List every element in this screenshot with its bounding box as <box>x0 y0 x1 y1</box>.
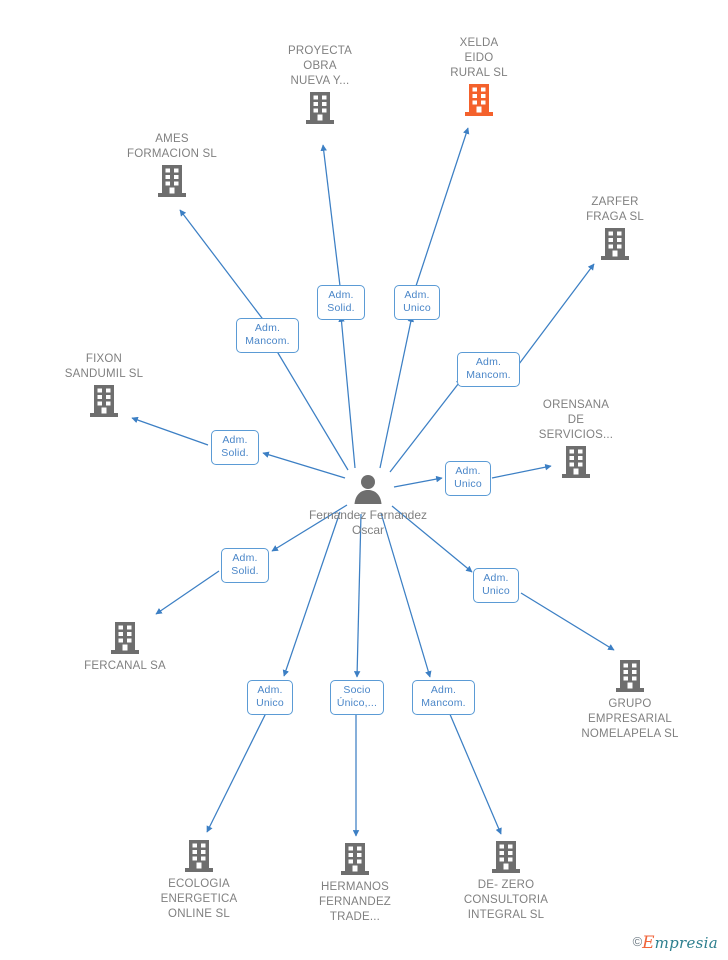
graph-node-hermanos[interactable]: HERMANOS FERNANDEZ TRADE... <box>285 842 425 925</box>
node-label: AMES FORMACION SL <box>127 133 217 160</box>
empresia-watermark: ©Empresia <box>633 933 718 953</box>
edge-label-dezero[interactable]: Adm. Mancom. <box>412 680 475 715</box>
edge-label-fixon[interactable]: Adm. Solid. <box>211 430 259 465</box>
edge-line-zarfer-2 <box>518 263 595 365</box>
brand-name: mpresia <box>654 934 718 952</box>
edge-line-hermanos <box>353 513 362 678</box>
building-icon <box>250 91 390 125</box>
node-label: FERCANAL SA <box>84 660 166 672</box>
edge-line-grupo-2 <box>520 592 615 651</box>
edge-label-proyecta[interactable]: Adm. Solid. <box>317 285 365 320</box>
graph-node-proyecta[interactable]: PROYECTA OBRA NUEVA Y... <box>250 44 390 125</box>
building-icon <box>436 840 576 874</box>
center-person-label: Fernandez Fernandez Oscar <box>308 508 428 537</box>
building-icon <box>285 842 425 876</box>
node-label: DE- ZERO CONSULTORIA INTEGRAL SL <box>463 879 549 921</box>
relationship-graph: PROYECTA OBRA NUEVA Y... XELDA EIDO RURA… <box>0 0 728 960</box>
building-icon <box>506 445 646 479</box>
edge-label-hermanos[interactable]: Socio Único,... <box>330 680 384 715</box>
node-label: GRUPO EMPRESARIAL NOMELAPELA SL <box>581 698 679 740</box>
node-label: ORENSANA DE SERVICIOS... <box>538 399 614 441</box>
graph-node-ecologia[interactable]: ECOLOGIA ENERGETICA ONLINE SL <box>129 839 269 922</box>
node-label: FIXON SANDUMIL SL <box>64 353 144 380</box>
building-icon <box>55 621 195 655</box>
edge-label-xelda[interactable]: Adm. Unico <box>394 285 440 320</box>
edge-label-grupo[interactable]: Adm. Unico <box>473 568 519 603</box>
copyright-icon: © <box>632 934 643 949</box>
edge-label-zarfer[interactable]: Adm. Mancom. <box>457 352 520 387</box>
brand-initial: E <box>642 933 655 953</box>
graph-node-fixon[interactable]: FIXON SANDUMIL SL <box>34 352 174 418</box>
graph-node-xelda[interactable]: XELDA EIDO RURAL SL <box>409 36 549 117</box>
graph-node-fercanal[interactable]: FERCANAL SA <box>55 621 195 674</box>
edge-label-fercanal[interactable]: Adm. Solid. <box>221 548 269 583</box>
edge-line-zarfer <box>389 378 463 473</box>
building-icon <box>34 384 174 418</box>
graph-node-ames[interactable]: AMES FORMACION SL <box>102 132 242 198</box>
graph-node-orensana[interactable]: ORENSANA DE SERVICIOS... <box>506 398 646 479</box>
node-label: XELDA EIDO RURAL SL <box>450 37 508 79</box>
edge-label-ecologia[interactable]: Adm. Unico <box>247 680 293 715</box>
node-label: PROYECTA OBRA NUEVA Y... <box>287 45 352 87</box>
graph-node-dezero[interactable]: DE- ZERO CONSULTORIA INTEGRAL SL <box>436 840 576 923</box>
edge-line-ames <box>271 342 349 471</box>
edge-line-ames-2 <box>179 209 269 327</box>
graph-node-center-person[interactable]: Fernandez Fernandez Oscar <box>298 473 438 538</box>
person-icon <box>298 473 438 505</box>
node-label: ECOLOGIA ENERGETICA ONLINE SL <box>160 878 238 920</box>
edge-label-orensana[interactable]: Adm. Unico <box>445 461 491 496</box>
graph-node-grupo[interactable]: GRUPO EMPRESARIAL NOMELAPELA SL <box>560 659 700 742</box>
building-icon <box>102 164 242 198</box>
building-icon <box>129 839 269 873</box>
edge-line-ecologia-2 <box>206 710 268 833</box>
edge-line-proyecta <box>338 315 356 469</box>
building-icon <box>409 83 549 117</box>
node-label: HERMANOS FERNANDEZ TRADE... <box>318 881 392 923</box>
building-icon <box>545 227 685 261</box>
edge-line-fixon-2 <box>131 416 209 446</box>
edge-line-proyecta-2 <box>320 144 341 287</box>
edge-line-fercanal-2 <box>155 570 220 615</box>
graph-node-zarfer[interactable]: ZARFER FRAGA SL <box>545 195 685 261</box>
edge-line-xelda-2 <box>415 127 470 287</box>
edge-label-ames[interactable]: Adm. Mancom. <box>236 318 299 353</box>
building-icon <box>560 659 700 693</box>
edge-line-dezero-2 <box>448 711 502 835</box>
node-label: ZARFER FRAGA SL <box>586 196 644 223</box>
edge-line-xelda <box>379 315 414 469</box>
